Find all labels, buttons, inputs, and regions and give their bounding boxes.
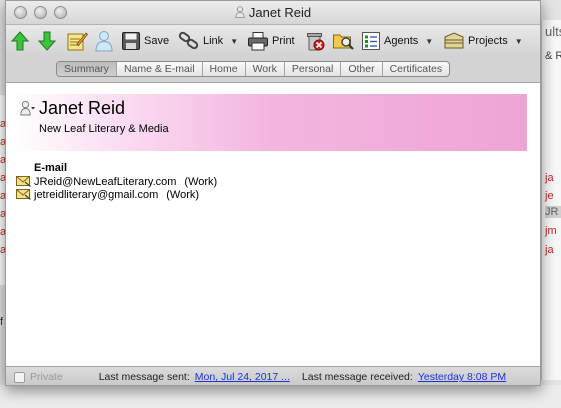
background-text: jm	[545, 225, 557, 237]
agents-dropdown-icon[interactable]: ▼	[425, 37, 433, 46]
save-label: Save	[144, 35, 170, 47]
link-label: Link	[203, 35, 224, 47]
contact-window: Janet Reid Save Link ▼ Print Agents ▼ Pr…	[5, 0, 541, 386]
last-sent-label: Last message sent:	[98, 371, 190, 383]
background-text: je	[545, 190, 554, 202]
edit-button[interactable]	[66, 29, 88, 53]
last-received-link[interactable]: Yesterday 8:08 PM	[418, 371, 506, 383]
person-menu-icon[interactable]	[20, 100, 36, 116]
background-text: ja	[545, 172, 554, 184]
status-footer: Private Last message sent: Mon, Jul 24, …	[6, 366, 540, 385]
email-type: (Work)	[184, 175, 218, 188]
floppy-disk-icon	[122, 32, 140, 50]
print-button[interactable]: Print	[247, 29, 295, 53]
background-footer	[0, 385, 561, 408]
edit-notepad-icon	[67, 32, 88, 51]
person-icon	[95, 31, 113, 52]
previous-contact-button[interactable]	[11, 29, 29, 53]
checklist-icon	[362, 32, 380, 50]
toolbar: Save Link ▼ Print Agents ▼ Projects ▼	[6, 25, 540, 57]
agents-label: Agents	[384, 35, 419, 47]
tab-strip: Summary Name & E-mail Home Work Personal…	[56, 61, 451, 77]
arrow-up-icon	[11, 31, 29, 51]
projects-label: Projects	[468, 35, 508, 47]
contact-card-button[interactable]	[94, 29, 114, 53]
link-button[interactable]: Link ▼	[178, 29, 238, 53]
background-text: f	[0, 316, 4, 328]
private-checkbox[interactable]	[14, 371, 25, 383]
projects-button[interactable]: Projects ▼	[443, 29, 523, 53]
folder-search-icon	[333, 34, 354, 50]
projects-dropdown-icon[interactable]: ▼	[515, 37, 523, 46]
background-text: ults	[545, 24, 561, 39]
tab-summary[interactable]: Summary	[57, 62, 117, 76]
tab-home[interactable]: Home	[203, 62, 246, 76]
tab-work[interactable]: Work	[246, 62, 285, 76]
contact-name: Janet Reid	[39, 98, 126, 118]
find-button[interactable]	[332, 29, 354, 53]
tab-other[interactable]: Other	[341, 62, 383, 76]
summary-panel: Janet Reid New Leaf Literary & Media E-m…	[6, 84, 540, 366]
background-text: ja	[545, 244, 554, 256]
title-bar[interactable]: Janet Reid	[6, 1, 540, 25]
private-label: Private	[30, 371, 63, 383]
tab-bar: Summary Name & E-mail Home Work Personal…	[6, 57, 540, 83]
save-button[interactable]: Save	[121, 29, 169, 53]
contact-header: Janet Reid New Leaf Literary & Media	[12, 94, 527, 151]
background-text: & R	[545, 50, 561, 62]
email-address[interactable]: jetreidliterary@gmail.com	[34, 189, 158, 201]
email-entry[interactable]: JReid@NewLeafLiterary.com (Work)	[16, 175, 217, 188]
window-title: Janet Reid	[6, 5, 540, 20]
chain-link-icon	[178, 31, 199, 50]
box-archive-icon	[444, 32, 464, 49]
background-text: JR	[545, 206, 561, 218]
delete-button[interactable]	[305, 29, 325, 53]
tab-name-email[interactable]: Name & E-mail	[117, 62, 203, 76]
print-label: Print	[272, 35, 295, 47]
email-entry[interactable]: jetreidliterary@gmail.com (Work)	[16, 188, 199, 201]
tab-certificates[interactable]: Certificates	[383, 62, 450, 76]
person-icon	[235, 6, 245, 18]
email-address[interactable]: JReid@NewLeafLiterary.com	[34, 176, 176, 188]
email-envelope-icon	[16, 176, 31, 187]
link-dropdown-icon[interactable]: ▼	[230, 37, 238, 46]
email-envelope-icon	[16, 189, 31, 200]
tab-personal[interactable]: Personal	[285, 62, 342, 76]
next-contact-button[interactable]	[38, 29, 56, 53]
agents-button[interactable]: Agents ▼	[361, 29, 433, 53]
email-section-heading: E-mail	[34, 162, 68, 174]
last-received-label: Last message received:	[301, 371, 413, 383]
printer-icon	[248, 32, 268, 51]
contact-company: New Leaf Literary & Media	[39, 123, 169, 135]
window-title-text: Janet Reid	[248, 5, 312, 20]
last-sent-link[interactable]: Mon, Jul 24, 2017 ...	[195, 371, 290, 383]
email-type: (Work)	[166, 188, 200, 201]
arrow-down-icon	[38, 31, 56, 51]
trash-delete-icon	[307, 33, 325, 51]
